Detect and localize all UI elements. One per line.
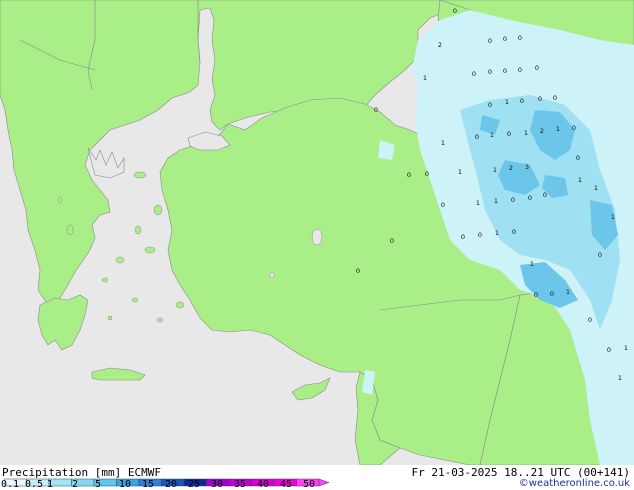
precip-label: 0: [488, 101, 492, 109]
precip-label: 0: [503, 35, 507, 43]
precip-label: 1: [624, 344, 628, 352]
precip-label: 2: [438, 41, 442, 49]
precip-label: 0: [572, 124, 576, 132]
precip-label: 0: [550, 290, 554, 298]
legend-tick-label: 50: [302, 479, 316, 490]
precip-label: 0: [488, 37, 492, 45]
precip-label: 0: [607, 346, 611, 354]
precip-label: 0: [453, 7, 457, 15]
precip-label: 0: [475, 133, 479, 141]
precip-label: 1: [505, 98, 509, 106]
precip-label: 0: [512, 228, 516, 236]
precip-label: 1: [530, 260, 534, 268]
legend-tick-label: 35: [233, 479, 247, 490]
precip-label: 0: [356, 267, 360, 275]
precip-label: 0: [598, 251, 602, 259]
precip-label: 2: [540, 127, 544, 135]
precip-label: 0: [535, 64, 539, 72]
legend-tick-label: 1: [46, 479, 54, 490]
precip-label: 0: [518, 66, 522, 74]
precip-label: 0: [543, 191, 547, 199]
legend-tick-label: 5: [94, 479, 102, 490]
precip-label: 0: [520, 97, 524, 105]
precipitation-map: 0 2 0 0 0 1 0 0 0 0 0 0 1 0 0 0 0 0 1 0 …: [0, 0, 634, 465]
precip-label: 0: [390, 237, 394, 245]
precip-label: 1: [618, 374, 622, 382]
precip-label: 0: [461, 233, 465, 241]
precip-label: 0: [518, 34, 522, 42]
precip-label: 1: [494, 197, 498, 205]
precip-label: 0: [503, 67, 507, 75]
precip-label: 1: [458, 168, 462, 176]
legend-tick-label: 25: [187, 479, 201, 490]
map-canvas: 0 2 0 0 0 1 0 0 0 0 0 0 1 0 0 0 0 0 1 0 …: [0, 0, 634, 465]
precip-label: 0: [538, 95, 542, 103]
precip-label: 2: [509, 164, 513, 172]
legend-tick-label: 2: [71, 479, 79, 490]
precip-label: 1: [566, 288, 570, 296]
precip-label: 1: [476, 199, 480, 207]
precip-label: 0: [472, 70, 476, 78]
legend-tick-label: 10: [118, 479, 132, 490]
precip-label: 1: [493, 166, 497, 174]
precip-label: 1: [556, 125, 560, 133]
legend-tick-label: 45: [279, 479, 293, 490]
legend-tick-label: 20: [164, 479, 178, 490]
precip-label: 0: [588, 316, 592, 324]
legend-tick-label: 0.1: [0, 479, 20, 490]
precip-label: 3: [525, 163, 529, 171]
precip-label: 0: [507, 130, 511, 138]
legend-tick-label: 15: [141, 479, 155, 490]
precip-label: 0: [374, 106, 378, 114]
precip-label: 1: [423, 74, 427, 82]
precip-label: 0: [441, 201, 445, 209]
legend-overflow-arrow: [318, 478, 330, 487]
precip-label: 1: [524, 129, 528, 137]
precip-label: 0: [528, 194, 532, 202]
precip-label: 0: [407, 171, 411, 179]
precip-label: 0: [576, 154, 580, 162]
precip-label: 1: [578, 176, 582, 184]
precip-label: 0: [488, 68, 492, 76]
legend-tick-label: 40: [256, 479, 270, 490]
precip-label: 0: [534, 291, 538, 299]
precip-label: 1: [490, 131, 494, 139]
precip-label: 0: [425, 170, 429, 178]
precip-label: 1: [611, 213, 615, 221]
precip-label: 1: [594, 184, 598, 192]
precip-label: 1: [495, 229, 499, 237]
credit-text: ©weatheronline.co.uk: [518, 478, 630, 489]
legend-footer: Precipitation [mm] ECMWF Fr 21-03-2025 1…: [0, 465, 634, 490]
legend-tick-label: 30: [210, 479, 224, 490]
precip-label: 0: [553, 94, 557, 102]
precip-label: 0: [478, 231, 482, 239]
precip-label: 0: [511, 196, 515, 204]
precip-label: 1: [441, 139, 445, 147]
legend-tick-label: 0.5: [24, 479, 44, 490]
